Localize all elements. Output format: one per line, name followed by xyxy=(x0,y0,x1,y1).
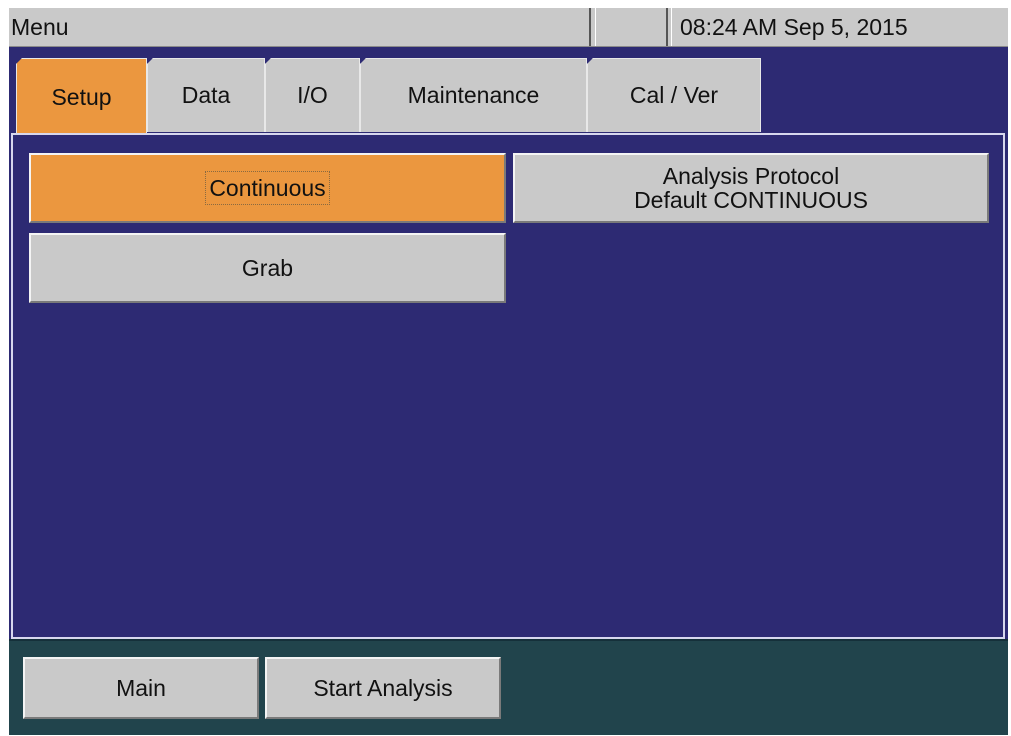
setup-panel: Continuous Grab Analysis Protocol Defaul… xyxy=(11,133,1005,639)
main-button[interactable]: Main xyxy=(23,657,259,719)
start-analysis-button[interactable]: Start Analysis xyxy=(265,657,501,719)
continuous-label: Continuous xyxy=(205,171,330,205)
footer-bar: Main Start Analysis xyxy=(9,639,1008,735)
tab-io[interactable]: I/O xyxy=(265,58,360,132)
start-analysis-label: Start Analysis xyxy=(313,675,453,701)
clock-display: 08:24 AM Sep 5, 2015 xyxy=(671,8,1008,46)
tab-bar: Setup Data I/O Maintenance Cal / Ver xyxy=(9,54,1008,138)
menu-title: Menu xyxy=(9,8,591,46)
continuous-button[interactable]: Continuous xyxy=(29,153,506,223)
analysis-protocol-value: Default CONTINUOUS xyxy=(634,187,868,213)
grab-label: Grab xyxy=(241,255,294,281)
grab-button[interactable]: Grab xyxy=(29,233,506,303)
device-screen: Menu 08:24 AM Sep 5, 2015 Setup Data I/O… xyxy=(9,8,1008,735)
tab-cal-ver[interactable]: Cal / Ver xyxy=(587,58,761,132)
main-button-label: Main xyxy=(116,675,166,701)
tab-maintenance[interactable]: Maintenance xyxy=(360,58,587,132)
analysis-protocol-title: Analysis Protocol xyxy=(662,163,840,189)
analysis-protocol-button[interactable]: Analysis Protocol Default CONTINUOUS xyxy=(513,153,989,223)
tab-data[interactable]: Data xyxy=(147,58,265,132)
tab-setup[interactable]: Setup xyxy=(16,58,147,136)
status-indicator xyxy=(595,8,668,46)
status-bar: Menu 08:24 AM Sep 5, 2015 xyxy=(9,8,1008,47)
